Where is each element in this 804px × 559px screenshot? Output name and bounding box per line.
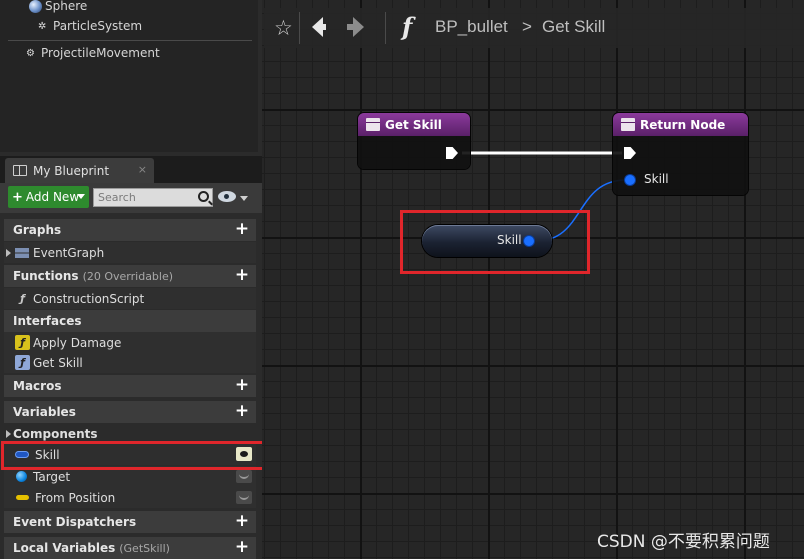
return-node-icon (621, 118, 635, 131)
watermark: CSDN @不要积累问题 (597, 532, 770, 552)
function-entry-node[interactable]: Get Skill (358, 113, 470, 169)
node-title: Get Skill (385, 117, 442, 132)
pin-label: Skill (644, 172, 669, 186)
node-header: Return Node (613, 113, 748, 136)
highlight-box (400, 210, 590, 274)
exec-in-pin[interactable] (624, 147, 636, 159)
skill-input-pin[interactable] (625, 175, 635, 185)
node-title: Return Node (640, 117, 726, 132)
wires (462, 151, 627, 242)
exec-out-pin[interactable] (446, 147, 458, 159)
function-node-icon (366, 118, 380, 131)
node-header: Get Skill (358, 113, 470, 136)
return-node[interactable]: Return Node Skill (613, 113, 748, 195)
